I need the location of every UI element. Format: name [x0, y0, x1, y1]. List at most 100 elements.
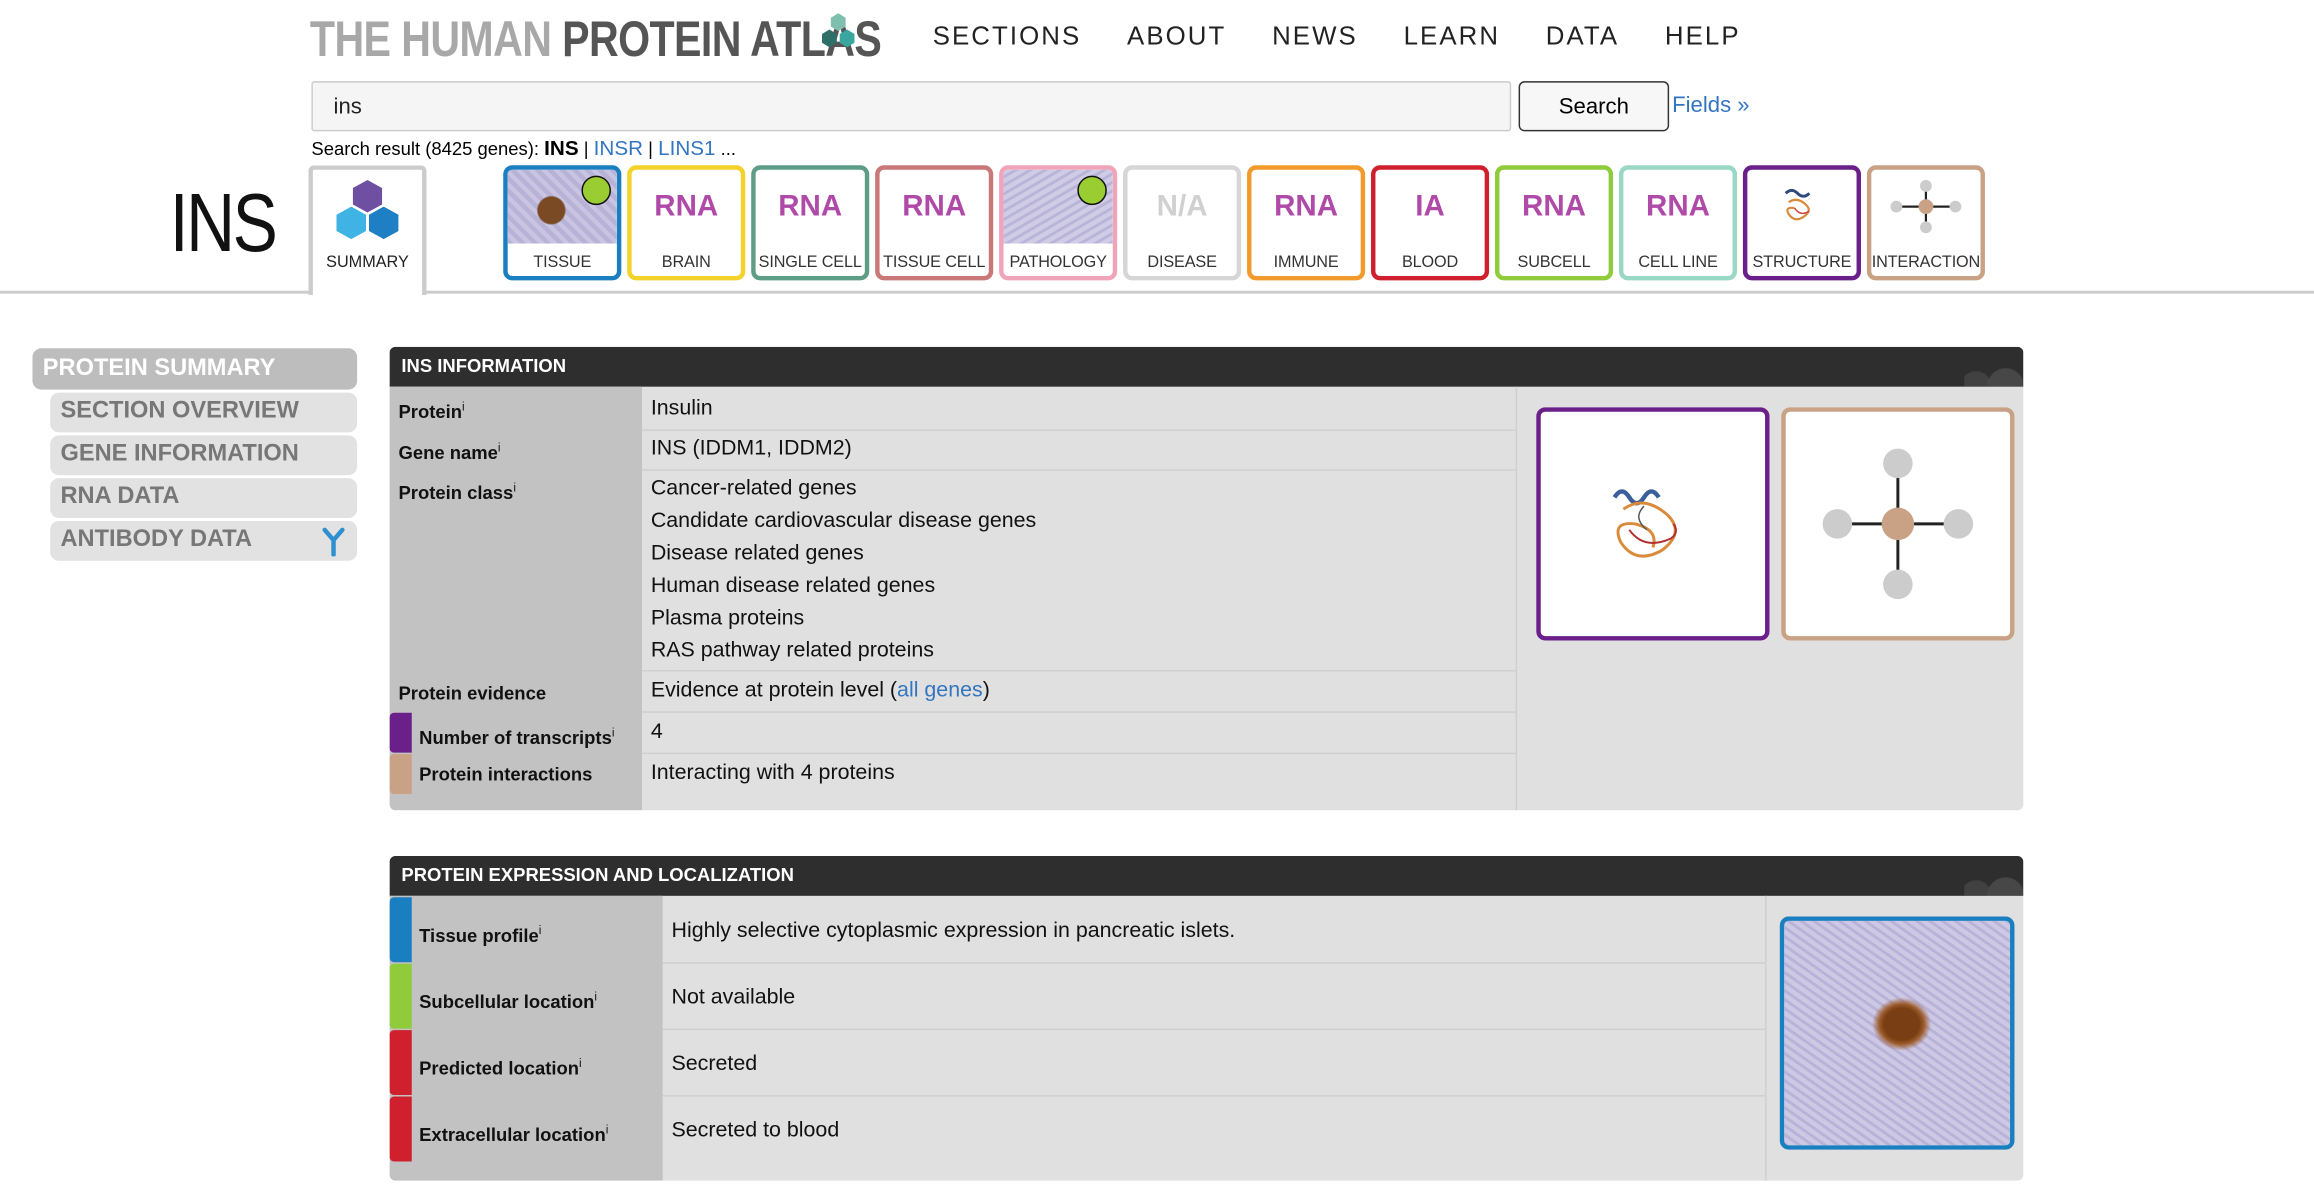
sidebar-item-gene-information[interactable]: GENE INFORMATION — [50, 435, 358, 476]
fields-link[interactable]: Fields » — [1672, 93, 1750, 118]
interaction-thumbnail[interactable] — [1781, 407, 2015, 641]
transcripts-label: Number of transcriptsi — [419, 726, 615, 749]
protein-value: Insulin — [650, 396, 713, 421]
tab-single-cell[interactable]: RNA SINGLE CELL — [751, 165, 870, 281]
tab-badge: RNA — [1646, 189, 1710, 223]
gene-name-value: INS (IDDM1, IDDM2) — [650, 436, 852, 461]
search-button[interactable]: Search — [1518, 81, 1670, 132]
search-result-lins1[interactable]: LINS1 — [658, 136, 715, 160]
tab-cell-line[interactable]: RNA CELL LINE — [1618, 165, 1738, 281]
tab-structure[interactable]: STRUCTURE — [1742, 165, 1861, 281]
page: THE HUMAN PROTEIN ATLAS SECTIONS ABOUT N… — [0, 0, 2314, 1204]
tab-badge: RNA — [778, 189, 843, 223]
extracellular-swatch — [389, 1096, 412, 1162]
protein-class-item: Candidate cardiovascular disease genes — [650, 509, 1037, 533]
tab-tissue[interactable]: TISSUE — [503, 165, 622, 281]
interaction-network-icon — [1822, 448, 1974, 600]
header-hex-decoration — [1964, 346, 2024, 387]
tab-label: INTERACTION — [1871, 253, 1981, 272]
summary-hex-icon — [336, 206, 366, 240]
extracellular-value: Secreted to blood — [671, 1118, 840, 1143]
tab-label: DISEASE — [1147, 253, 1217, 272]
protein-class-item: Disease related genes — [650, 541, 864, 566]
tab-label: STRUCTURE — [1752, 253, 1852, 272]
search-result-more: ... — [715, 138, 737, 160]
predicted-location-swatch — [389, 1030, 412, 1096]
tab-summary-label: SUMMARY — [326, 253, 409, 272]
tab-summary[interactable]: SUMMARY — [308, 165, 427, 296]
tab-disease[interactable]: N/A DISEASE — [1123, 165, 1242, 281]
tab-label: IMMUNE — [1273, 253, 1339, 272]
row-divider — [641, 752, 1516, 755]
tab-interaction[interactable]: INTERACTION — [1866, 165, 1985, 281]
tab-badge: RNA — [654, 189, 719, 223]
tab-label: TISSUE CELL — [883, 253, 986, 272]
nav-news[interactable]: NEWS — [1272, 21, 1358, 52]
expression-panel-header: PROTEIN EXPRESSION AND LOCALIZATION — [389, 855, 2024, 896]
gene-name-label: Gene namei — [398, 441, 501, 464]
site-logo[interactable]: THE HUMAN PROTEIN ATLAS — [309, 11, 882, 70]
tab-label: SINGLE CELL — [758, 253, 862, 272]
search-result-current: INS — [544, 135, 579, 160]
row-divider — [662, 1028, 1766, 1031]
summary-hex-icon — [368, 206, 399, 240]
tissue-profile-value: Highly selective cytoplasmic expression … — [671, 919, 1236, 944]
extracellular-label: Extracellular locationi — [419, 1123, 609, 1146]
info-mark-icon[interactable]: i — [606, 1123, 609, 1136]
protein-label: Proteini — [398, 399, 465, 423]
tab-badge: IA — [1415, 189, 1445, 223]
sidebar-protein-summary[interactable]: PROTEIN SUMMARY — [32, 348, 358, 390]
protein-class-values: Cancer-related genes Candidate cardiovas… — [651, 472, 1036, 667]
nav-data[interactable]: DATA — [1546, 21, 1619, 52]
info-panel-title: INS INFORMATION — [401, 355, 567, 377]
logo-text-light: THE HUMAN — [309, 11, 563, 68]
info-mark-icon[interactable]: i — [612, 726, 615, 739]
nav-sections[interactable]: SECTIONS — [933, 21, 1082, 52]
interactions-label: Protein interactions — [419, 764, 593, 786]
search-result-insr[interactable]: INSR — [594, 136, 643, 160]
logo-hexagon-icon — [822, 13, 855, 48]
result-separator: | — [643, 138, 659, 160]
tissue-image-thumbnail[interactable] — [1779, 916, 2015, 1150]
nav-about[interactable]: ABOUT — [1127, 21, 1226, 52]
search-result-prefix: Search result (8425 genes): — [311, 138, 545, 160]
row-divider — [662, 1095, 1766, 1097]
tab-label: PATHOLOGY — [1009, 253, 1107, 272]
tab-label: SUBCELL — [1517, 253, 1591, 272]
structure-thumbnail[interactable] — [1536, 407, 1770, 641]
row-divider — [641, 469, 1516, 471]
protein-evidence-value: Evidence at protein level (all genes) — [650, 678, 990, 703]
sidebar-item-rna-data[interactable]: RNA DATA — [50, 478, 358, 519]
search-result-line: Search result (8425 genes): INS | INSR |… — [311, 136, 736, 160]
info-mark-icon[interactable]: i — [579, 1057, 582, 1070]
info-mark-icon[interactable]: i — [498, 441, 501, 454]
tab-blood[interactable]: IA BLOOD — [1371, 165, 1490, 281]
nav-help[interactable]: HELP — [1665, 21, 1741, 52]
protein-class-label: Protein classi — [398, 481, 516, 504]
tab-badge: RNA — [1522, 189, 1587, 223]
info-panel: INS INFORMATION Proteini Insulin Gene na… — [389, 346, 2024, 811]
protein-structure-icon — [1612, 489, 1677, 558]
protein-class-item: Cancer-related genes — [650, 476, 857, 501]
info-mark-icon[interactable]: i — [462, 400, 465, 413]
info-mark-icon[interactable]: i — [594, 990, 597, 1003]
protein-evidence-label: Protein evidence — [398, 683, 547, 704]
predicted-location-label: Predicted locationi — [419, 1056, 582, 1080]
tab-immune[interactable]: RNA IMMUNE — [1247, 165, 1366, 281]
nav-learn[interactable]: LEARN — [1404, 21, 1500, 52]
sidebar-item-antibody-data[interactable]: ANTIBODY DATA — [50, 520, 358, 561]
protein-class-item: RAS pathway related proteins — [650, 639, 934, 663]
tab-badge: N/A — [1156, 189, 1208, 223]
tab-brain[interactable]: RNA BRAIN — [627, 165, 746, 281]
sidebar-item-section-overview[interactable]: SECTION OVERVIEW — [50, 392, 358, 433]
all-genes-link[interactable]: all genes — [897, 679, 983, 703]
tab-tissue-cell[interactable]: RNA TISSUE CELL — [875, 165, 994, 281]
info-mark-icon[interactable]: i — [539, 924, 542, 937]
tab-subcell[interactable]: RNA SUBCELL — [1494, 165, 1614, 281]
summary-hex-icon — [352, 180, 383, 213]
info-mark-icon[interactable]: i — [513, 481, 516, 494]
tab-pathology[interactable]: PATHOLOGY — [999, 165, 1118, 281]
subcellular-value: Not available — [671, 985, 796, 1010]
search-input[interactable] — [311, 81, 1512, 132]
tab-badge: RNA — [902, 189, 967, 223]
